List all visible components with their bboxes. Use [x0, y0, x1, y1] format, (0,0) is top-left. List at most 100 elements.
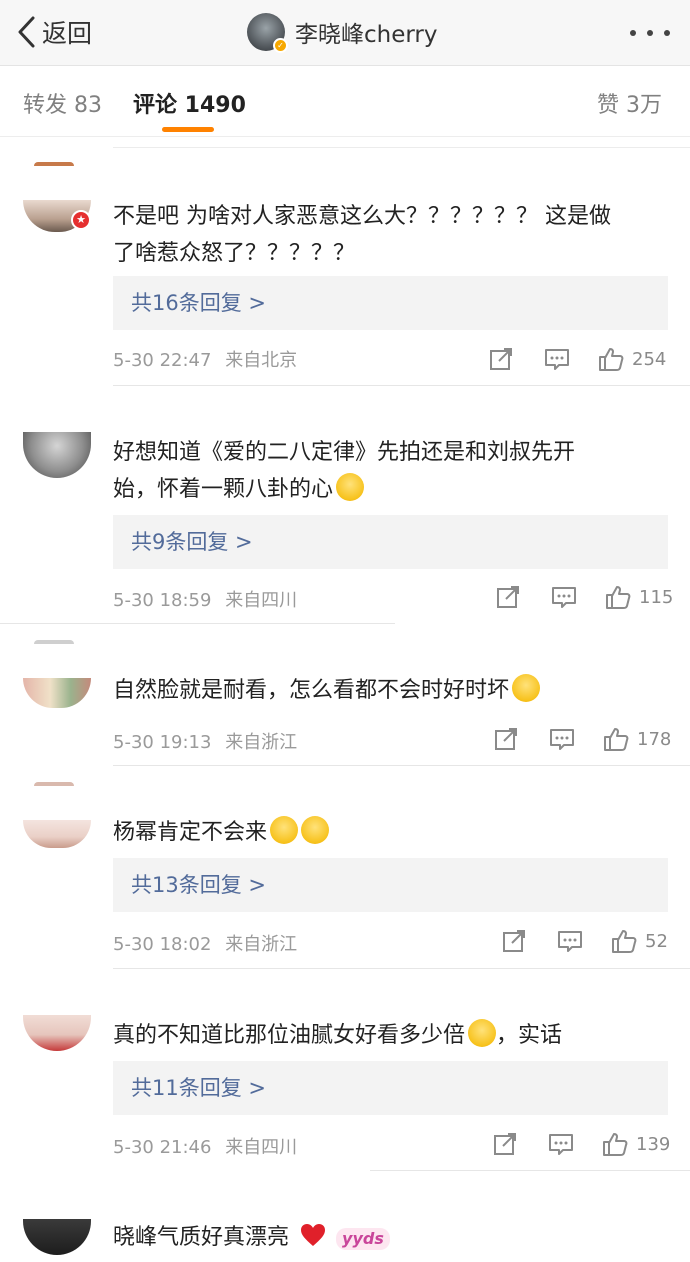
comment-icon[interactable] — [549, 726, 575, 752]
comment-text-segment: 杨幂肯定不会来 — [113, 820, 268, 845]
replies-link[interactable]: 共9条回复 > — [113, 515, 668, 569]
comment-source: 来自北京 — [225, 350, 298, 371]
thumbs-up-icon[interactable] — [603, 726, 629, 752]
comment-meta: 5-30 22:47 来自北京 — [113, 346, 297, 372]
comment-meta: 5-30 21:46 来自四川 — [113, 1133, 297, 1159]
replies-link[interactable]: 共13条回复 > — [113, 858, 668, 912]
comment-time: 5-30 18:02 — [113, 934, 212, 955]
comment-time: 5-30 19:13 — [113, 732, 212, 753]
like-count: 254 — [632, 348, 667, 370]
comment-actions: 178 — [493, 724, 671, 754]
divider — [113, 385, 690, 386]
comment-text: 自然脸就是耐看，怎么看都不会时好时坏 — [113, 672, 668, 709]
star-badge-icon: ★ — [71, 210, 91, 230]
comment-icon[interactable] — [548, 1131, 574, 1157]
replies-link[interactable]: 共11条回复 > — [113, 1061, 668, 1115]
page-title: 李晓峰cherry — [295, 22, 438, 48]
divider — [113, 765, 690, 766]
divider — [0, 623, 395, 624]
comment-actions: 115 — [495, 582, 673, 612]
comment-text-line: 晓峰气质好真漂亮 yyds — [113, 1219, 668, 1256]
more-icon[interactable] — [630, 18, 670, 48]
thumbs-up-icon[interactable] — [602, 1131, 628, 1157]
avatar[interactable]: ✓ — [247, 13, 288, 53]
thumbs-up-icon[interactable] — [611, 928, 637, 954]
avatar-edge — [34, 782, 74, 786]
comment-text-line: 好想知道《爱的二八定律》先拍还是和刘叔先开 — [113, 440, 576, 465]
navigation-bar: 返回 ✓ 李晓峰cherry — [0, 0, 690, 66]
thumbs-up-icon[interactable] — [598, 346, 624, 372]
avatar[interactable] — [23, 1219, 91, 1255]
like-count: 139 — [636, 1133, 671, 1155]
comment-icon[interactable] — [551, 584, 577, 610]
profile-title[interactable]: ✓ 李晓峰cherry — [247, 12, 438, 53]
like-count: 52 — [645, 930, 668, 952]
chevron-left-icon — [18, 16, 35, 48]
tab-comments[interactable]: 评论 1490 — [133, 87, 246, 119]
verified-badge-icon: ✓ — [273, 38, 288, 53]
avatar[interactable] — [23, 1015, 91, 1051]
comment-text: 真的不知道比那位油腻女好看多少倍 ，实话 — [113, 1017, 668, 1054]
comment-text-segment: ，实话 — [496, 1023, 563, 1048]
comment-actions: 139 — [492, 1129, 670, 1159]
comment-actions: 52 — [501, 926, 668, 956]
comment-text-segment: 晓峰气质好真漂亮 — [113, 1225, 290, 1250]
comment-time: 5-30 21:46 — [113, 1137, 212, 1158]
share-icon[interactable] — [495, 584, 521, 610]
avatar-edge — [34, 162, 74, 166]
thumbs-up-icon[interactable] — [605, 584, 631, 610]
rolling-eyes-emoji-icon — [301, 816, 330, 844]
comment-text-line: 了啥惹众怒了？？？？？ — [113, 241, 356, 266]
comment-text-segment: 始，怀着一颗八卦的心 — [113, 477, 334, 502]
active-tab-indicator — [162, 127, 214, 132]
comment-source: 来自四川 — [225, 590, 298, 611]
comment-source: 来自浙江 — [225, 732, 298, 753]
comment-text-line: 始，怀着一颗八卦的心 — [113, 471, 668, 508]
comment-text-segment: 真的不知道比那位油腻女好看多少倍 — [113, 1023, 466, 1048]
comment-icon[interactable] — [544, 346, 570, 372]
like-count: 115 — [639, 586, 674, 608]
comment-text-line: 真的不知道比那位油腻女好看多少倍 ，实话 — [113, 1017, 668, 1054]
comment-actions: 254 — [488, 344, 666, 374]
hugging-face-emoji-icon — [336, 473, 365, 501]
comment-text-segment: 自然脸就是耐看，怎么看都不会时好时坏 — [113, 678, 510, 703]
tab-repost[interactable]: 转发 83 — [23, 87, 102, 119]
heart-eyes-emoji-icon — [468, 1019, 497, 1047]
avatar[interactable] — [23, 820, 91, 848]
back-label: 返回 — [42, 19, 93, 48]
comment-source: 来自浙江 — [225, 934, 298, 955]
share-icon[interactable] — [501, 928, 527, 954]
avatar[interactable] — [23, 432, 91, 478]
comment-text: 晓峰气质好真漂亮 yyds — [113, 1219, 668, 1256]
avatar[interactable] — [23, 678, 91, 708]
comment-time: 5-30 18:59 — [113, 590, 212, 611]
tab-bar: 转发 83 评论 1490 赞 3万 — [0, 67, 690, 137]
yyds-sticker: yyds — [336, 1228, 390, 1250]
tab-likes[interactable]: 赞 3万 — [597, 87, 662, 119]
comment-text: 杨幂肯定不会来 — [113, 814, 668, 851]
comment-meta: 5-30 19:13 来自浙江 — [113, 728, 297, 754]
comment-text-line: 杨幂肯定不会来 — [113, 814, 668, 851]
comment-icon[interactable] — [557, 928, 583, 954]
replies-link[interactable]: 共16条回复 > — [113, 276, 668, 330]
comment-text: 不是吧 为啥对人家恶意这么大？？？？？？ 这是做 了啥惹众怒了？？？？？ — [113, 198, 668, 272]
comment-time: 5-30 22:47 — [113, 350, 212, 371]
comment-meta: 5-30 18:02 来自浙江 — [113, 930, 297, 956]
avatar-edge — [34, 640, 74, 644]
divider — [370, 1170, 690, 1171]
comment-meta: 5-30 18:59 来自四川 — [113, 586, 297, 612]
comment-text: 好想知道《爱的二八定律》先拍还是和刘叔先开 始，怀着一颗八卦的心 — [113, 434, 668, 508]
laughing-tears-emoji-icon — [512, 674, 541, 702]
rolling-eyes-emoji-icon — [270, 816, 299, 844]
comment-source: 来自四川 — [225, 1137, 298, 1158]
share-icon[interactable] — [492, 1131, 518, 1157]
divider — [113, 968, 690, 969]
divider — [113, 147, 690, 148]
like-count: 178 — [637, 728, 672, 750]
comment-text-line: 自然脸就是耐看，怎么看都不会时好时坏 — [113, 672, 668, 709]
red-heart-emoji-icon — [301, 1224, 326, 1246]
back-button[interactable]: 返回 — [16, 14, 92, 50]
share-icon[interactable] — [488, 346, 514, 372]
share-icon[interactable] — [493, 726, 519, 752]
comment-text-line: 不是吧 为啥对人家恶意这么大？？？？？？ 这是做 — [113, 204, 611, 229]
